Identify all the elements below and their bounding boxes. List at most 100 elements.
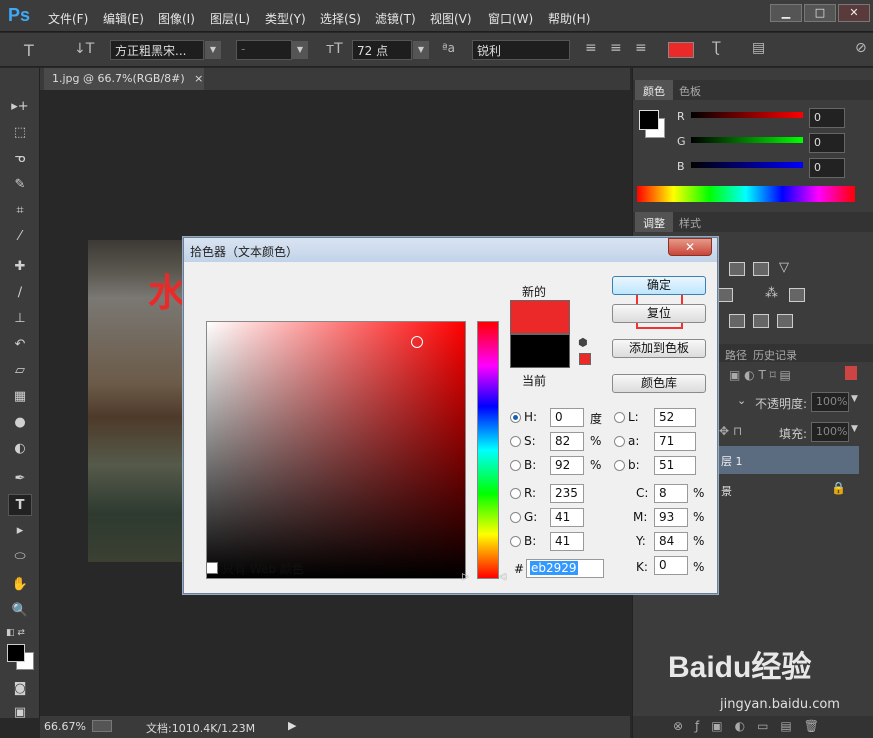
ellipse-tool-icon[interactable]: ⬭ bbox=[8, 546, 32, 568]
stamp-tool-icon[interactable]: ⊥ bbox=[8, 308, 32, 330]
hue-slider-left-arrow[interactable]: ▷ bbox=[462, 572, 469, 582]
blue-input[interactable]: 41 bbox=[550, 532, 584, 551]
warp-text-icon[interactable]: Ʈ bbox=[712, 40, 721, 56]
dodge-tool-icon[interactable]: ◐ bbox=[8, 438, 32, 460]
lab-a-radio[interactable] bbox=[614, 436, 625, 447]
web-only-checkbox[interactable] bbox=[206, 562, 218, 574]
add-to-swatches-button[interactable]: 添加到色板 bbox=[612, 339, 706, 358]
tab-history[interactable]: 历史记录 bbox=[745, 344, 805, 364]
align-right-icon[interactable]: ≡ bbox=[635, 40, 647, 56]
gradient-tool-icon[interactable]: ▦ bbox=[8, 386, 32, 408]
menu-file[interactable]: 文件(F) bbox=[48, 10, 88, 27]
close-window-button[interactable]: ✕ bbox=[838, 4, 870, 22]
close-button[interactable]: ✕ bbox=[668, 238, 712, 256]
layer-row[interactable]: 景 🔒 bbox=[719, 476, 859, 504]
tab-swatches[interactable]: 色板 bbox=[671, 80, 709, 100]
text-color-swatch[interactable] bbox=[668, 42, 694, 58]
saturation-input[interactable]: 82 bbox=[550, 432, 584, 451]
font-style-select[interactable]: - bbox=[236, 40, 292, 60]
chevron-down-icon[interactable]: ▼ bbox=[851, 394, 858, 404]
menu-layer[interactable]: 图层(L) bbox=[210, 10, 250, 27]
font-size-select[interactable]: 72 点 bbox=[352, 40, 412, 60]
cube-icon[interactable]: ⬢ bbox=[578, 336, 588, 349]
antialias-select[interactable]: 锐利 bbox=[472, 40, 570, 60]
blue-radio[interactable] bbox=[510, 536, 521, 547]
toggle-text-orientation-icon[interactable]: ↓T bbox=[74, 41, 94, 57]
layer-filter-icons[interactable]: ▣ ◐ T ⌑ ▤ bbox=[729, 368, 791, 382]
menu-view[interactable]: 视图(V) bbox=[430, 10, 472, 27]
zoom-tool-icon[interactable]: 🔍 bbox=[8, 600, 32, 622]
hex-input[interactable]: eb2929 bbox=[526, 559, 604, 578]
magenta-input[interactable]: 93 bbox=[654, 508, 688, 527]
menu-filter[interactable]: 滤镜(T) bbox=[375, 10, 416, 27]
type-tool-icon[interactable]: T bbox=[24, 41, 34, 60]
chevron-down-icon[interactable]: ▼ bbox=[292, 41, 308, 59]
color-ramp[interactable] bbox=[637, 186, 855, 202]
hue-input[interactable]: 0 bbox=[550, 408, 584, 427]
move-tool-icon[interactable]: ▸+ bbox=[8, 96, 32, 118]
brush-tool-icon[interactable]: ∕ bbox=[8, 282, 32, 304]
green-slider[interactable] bbox=[691, 137, 803, 143]
quick-select-tool-icon[interactable]: ✎ bbox=[8, 174, 32, 196]
layers-footer-icons[interactable]: ⊗ƒ▣◐▭▤🗑 bbox=[633, 716, 873, 738]
color-cursor[interactable] bbox=[411, 336, 423, 348]
lab-l-radio[interactable] bbox=[614, 412, 625, 423]
green-input[interactable]: 41 bbox=[550, 508, 584, 527]
close-icon[interactable]: × bbox=[194, 72, 203, 85]
lock-icons[interactable]: ✥ ⊓ bbox=[719, 424, 742, 438]
menu-type[interactable]: 类型(Y) bbox=[265, 10, 306, 27]
history-brush-tool-icon[interactable]: ↶ bbox=[8, 334, 32, 356]
lasso-tool-icon[interactable]: ᓀ bbox=[8, 148, 32, 170]
red-input[interactable]: 235 bbox=[550, 484, 584, 503]
type-tool-icon[interactable]: T bbox=[8, 494, 32, 516]
menu-image[interactable]: 图像(I) bbox=[158, 10, 195, 27]
status-icon[interactable] bbox=[92, 720, 112, 732]
menu-help[interactable]: 帮助(H) bbox=[548, 10, 590, 27]
lab-a-input[interactable]: 71 bbox=[654, 432, 696, 451]
green-radio[interactable] bbox=[510, 512, 521, 523]
cyan-input[interactable]: 8 bbox=[654, 484, 688, 503]
red-slider[interactable] bbox=[691, 112, 803, 118]
channel-mixer-icon[interactable]: ⁂ bbox=[765, 286, 778, 301]
tab-color[interactable]: 颜色 bbox=[635, 80, 673, 100]
posterize-icon[interactable] bbox=[729, 314, 745, 328]
color-balance-icon[interactable] bbox=[717, 288, 733, 302]
character-panel-icon[interactable]: ▤ bbox=[752, 40, 765, 56]
foreground-color-swatch[interactable] bbox=[639, 110, 659, 130]
align-center-icon[interactable]: ≡ bbox=[610, 40, 622, 56]
color-libraries-button[interactable]: 颜色库 bbox=[612, 374, 706, 393]
saturation-brightness-field[interactable] bbox=[206, 321, 466, 579]
minimize-button[interactable]: ▁ bbox=[770, 4, 802, 22]
lab-b-input[interactable]: 51 bbox=[654, 456, 696, 475]
screen-mode-icon[interactable]: ▣ bbox=[8, 702, 32, 724]
zoom-level[interactable]: 66.67% bbox=[44, 720, 86, 733]
blue-value-field[interactable]: 0 bbox=[809, 158, 845, 178]
hue-radio[interactable] bbox=[510, 412, 521, 423]
blue-slider[interactable] bbox=[691, 162, 803, 168]
lab-b-radio[interactable] bbox=[614, 460, 625, 471]
hue-slider[interactable] bbox=[477, 321, 499, 579]
pen-tool-icon[interactable]: ✒ bbox=[8, 468, 32, 490]
align-left-icon[interactable]: ≡ bbox=[585, 40, 597, 56]
cancel-icon[interactable]: ⊘ bbox=[855, 40, 867, 56]
selective-color-icon[interactable] bbox=[777, 314, 793, 328]
menu-select[interactable]: 选择(S) bbox=[320, 10, 361, 27]
path-select-tool-icon[interactable]: ▸ bbox=[8, 520, 32, 542]
menu-edit[interactable]: 编辑(E) bbox=[103, 10, 144, 27]
chevron-down-icon[interactable]: ▼ bbox=[413, 41, 429, 59]
maximize-button[interactable]: □ bbox=[804, 4, 836, 22]
ok-button[interactable]: 确定 bbox=[612, 276, 706, 295]
saturation-radio[interactable] bbox=[510, 436, 521, 447]
gradient-map-icon[interactable]: ▽ bbox=[779, 260, 789, 275]
lab-l-input[interactable]: 52 bbox=[654, 408, 696, 427]
document-tab[interactable]: 1.jpg @ 66.7%(RGB/8#) × bbox=[44, 68, 204, 90]
brightness-radio[interactable] bbox=[510, 460, 521, 471]
web-safe-swatch[interactable] bbox=[579, 353, 591, 365]
green-value-field[interactable]: 0 bbox=[809, 133, 845, 153]
foreground-color-swatch[interactable] bbox=[7, 644, 25, 662]
quick-mask-icon[interactable]: ◙ bbox=[8, 678, 32, 700]
marquee-tool-icon[interactable]: ⬚ bbox=[8, 122, 32, 144]
opacity-field[interactable]: 100% bbox=[811, 392, 849, 412]
yellow-input[interactable]: 84 bbox=[654, 532, 688, 551]
black-input[interactable]: 0 bbox=[654, 556, 688, 575]
